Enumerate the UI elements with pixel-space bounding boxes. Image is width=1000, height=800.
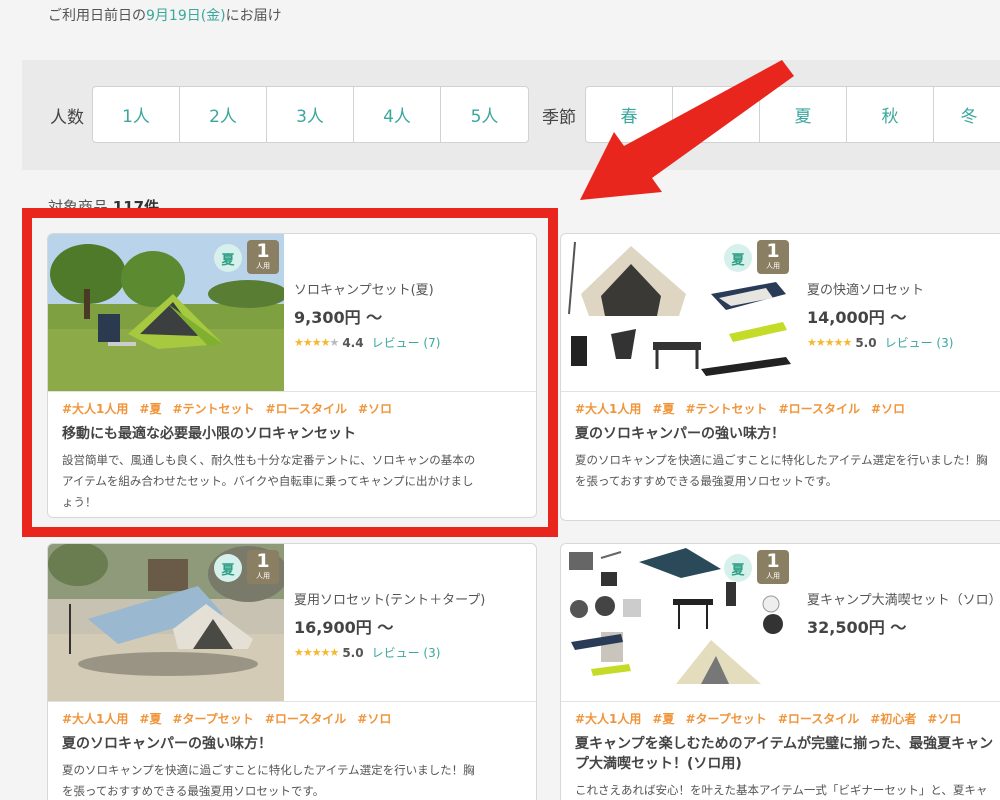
tag[interactable]: #ソロ — [358, 402, 392, 416]
product-headline-3: 夏のソロキャンパーの強い味方！ — [62, 736, 272, 752]
people-badge-2: 1 人用 — [757, 240, 789, 274]
season-badge-3: 夏 — [214, 554, 242, 582]
tag-list-3: #大人1人用 #夏 #タープセット #ロースタイル #ソロ — [62, 710, 402, 727]
people-badge-4: 1 人用 — [757, 550, 789, 584]
product-price-4: 32,500円 〜 — [807, 618, 907, 637]
product-headline-4: 夏キャンプを楽しむためのアイテムが完璧に揃った、最強夏キャン プ大満喫セット！(… — [575, 736, 994, 772]
review-link-2[interactable]: レビュー (3) — [885, 334, 954, 351]
season-option-winter[interactable]: 冬 — [934, 87, 1000, 142]
tag[interactable]: #大人1人用 — [575, 712, 641, 726]
tag[interactable]: #夏 — [652, 402, 674, 416]
tag-list-4: #大人1人用 #夏 #タープセット #ロースタイル #初心者 #ソロ — [575, 710, 972, 727]
people-option-5[interactable]: 5人 — [441, 87, 528, 142]
product-name-2[interactable]: 夏の快適ソロセット — [807, 279, 924, 298]
filter-panel: 人数 1人 2人 3人 4人 5人 季節 春 夏 夏 秋 冬 — [22, 60, 1000, 170]
rating-stars-icon: ★★★★★ — [807, 336, 852, 349]
tag[interactable]: #ソロ — [871, 402, 905, 416]
product-card-2[interactable]: 夏 1 人用 夏の快適ソロセット 14,000円 〜 ★★★★★ 5.0 レビュ… — [560, 233, 1000, 521]
result-count: 対象商品 117件 — [48, 198, 160, 216]
tag[interactable]: #初心者 — [870, 712, 916, 726]
tag[interactable]: #ロースタイル — [779, 402, 860, 416]
tag[interactable]: #テントセット — [685, 402, 767, 416]
review-link-1[interactable]: レビュー (7) — [372, 334, 441, 351]
tag[interactable]: #ロースタイル — [778, 712, 859, 726]
tag[interactable]: #ロースタイル — [266, 402, 347, 416]
delivery-date: 9月19日(金) — [146, 8, 226, 24]
delivery-note: ご利用日前日の9月19日(金)にお届け — [48, 8, 282, 24]
product-card-1[interactable]: 夏 1 人用 ソロキャンプセット(夏) 9,300円 〜 ★★★★★ 4.4 レ… — [47, 233, 537, 518]
product-price-1: 9,300円 〜 — [294, 308, 383, 327]
people-option-1[interactable]: 1人 — [93, 87, 180, 142]
tag[interactable]: #夏 — [139, 712, 161, 726]
product-card-4[interactable]: 夏 1 人用 夏キャンプ大満喫セット（ソロ） 32,500円 〜 #大人1人用 #… — [560, 543, 1000, 800]
tag[interactable]: #大人1人用 — [62, 402, 128, 416]
people-option-4[interactable]: 4人 — [354, 87, 441, 142]
tag[interactable]: #夏 — [652, 712, 674, 726]
product-description-2: 夏のソロキャンプを快適に過ごすことに特化したアイテム選定を行いました！胸 を張っ… — [575, 453, 988, 488]
people-badge-3: 1 人用 — [247, 550, 279, 584]
season-badge-1: 夏 — [214, 244, 242, 272]
people-option-3[interactable]: 3人 — [267, 87, 354, 142]
tag[interactable]: #大人1人用 — [575, 402, 641, 416]
product-name-3[interactable]: 夏用ソロセット(テント＋タープ) — [294, 589, 485, 608]
tag-list-2: #大人1人用 #夏 #テントセット #ロースタイル #ソロ — [575, 400, 916, 417]
rating-stars-icon: ★★★★★ — [294, 336, 339, 349]
product-headline-2: 夏のソロキャンパーの強い味方！ — [575, 426, 785, 442]
people-filter-label: 人数 — [50, 108, 84, 128]
tag[interactable]: #ロースタイル — [265, 712, 346, 726]
product-name-1[interactable]: ソロキャンプセット(夏) — [294, 279, 434, 298]
product-card-3[interactable]: 夏 1 人用 夏用ソロセット(テント＋タープ) 16,900円 〜 ★★★★★ … — [47, 543, 537, 800]
people-option-2[interactable]: 2人 — [180, 87, 267, 142]
product-name-4[interactable]: 夏キャンプ大満喫セット（ソロ） — [807, 589, 1000, 608]
season-badge-4: 夏 — [724, 554, 752, 582]
season-badge-2: 夏 — [724, 244, 752, 272]
tag[interactable]: #タープセット — [685, 712, 766, 726]
tag-list-1: #大人1人用 #夏 #テントセット #ロースタイル #ソロ — [62, 400, 403, 417]
review-link-3[interactable]: レビュー (3) — [372, 644, 441, 661]
tag[interactable]: #夏 — [139, 402, 161, 416]
product-price-2: 14,000円 〜 — [807, 308, 907, 327]
people-badge-1: 1 人用 — [247, 240, 279, 274]
tag[interactable]: #テントセット — [172, 402, 254, 416]
product-headline-1: 移動にも最適な必要最小限のソロキャンセット — [62, 426, 356, 442]
product-description-1: 設営簡単で、風通しも良く、耐久性も十分な定番テントに、ソロキャンの基本の アイテ… — [62, 453, 476, 509]
tag[interactable]: #大人1人用 — [62, 712, 128, 726]
arrow-annotation-icon — [580, 60, 794, 200]
season-option-autumn[interactable]: 秋 — [847, 87, 934, 142]
rating-1: ★★★★★ 4.4 レビュー (7) — [294, 334, 441, 351]
rating-2: ★★★★★ 5.0 レビュー (3) — [807, 334, 954, 351]
tag[interactable]: #ソロ — [927, 712, 961, 726]
product-description-3: 夏のソロキャンプを快適に過ごすことに特化したアイテム選定を行いました！胸 を張っ… — [62, 763, 475, 798]
rating-3: ★★★★★ 5.0 レビュー (3) — [294, 644, 441, 661]
product-price-3: 16,900円 〜 — [294, 618, 394, 637]
tag[interactable]: #ソロ — [357, 712, 391, 726]
tag[interactable]: #タープセット — [172, 712, 253, 726]
people-filter-group: 1人 2人 3人 4人 5人 — [92, 86, 529, 143]
rating-stars-icon: ★★★★★ — [294, 646, 339, 659]
product-description-4: これさえあれば安心！を叶えた基本アイテム一式「ビギナーセット」と、夏キャ — [575, 783, 988, 797]
